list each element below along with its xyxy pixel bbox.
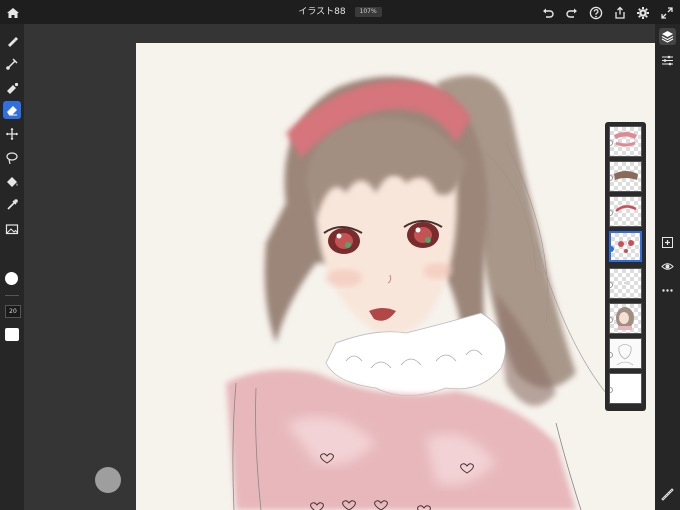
live-brush-tool[interactable] xyxy=(3,55,21,73)
add-layer-icon xyxy=(662,237,673,248)
drawing-canvas[interactable] xyxy=(136,43,655,510)
top-bar: イラスト88 107% xyxy=(0,0,680,24)
image-tool[interactable] xyxy=(3,220,21,238)
layer-thumbnail-2[interactable] xyxy=(609,161,642,192)
layer-thumbnail-6[interactable] xyxy=(609,303,642,334)
right-toolbar xyxy=(655,24,680,510)
touch-shortcut-button[interactable] xyxy=(95,467,121,493)
fullscreen-icon[interactable] xyxy=(660,5,674,19)
help-icon[interactable] xyxy=(589,5,603,20)
toolbar-divider xyxy=(5,295,19,296)
vector-brush-icon xyxy=(7,82,19,94)
share-icon[interactable] xyxy=(613,5,627,19)
brush-size-value[interactable]: 20 xyxy=(5,305,21,318)
pixel-brush-icon xyxy=(8,37,18,47)
fill-tool[interactable] xyxy=(3,173,21,191)
settings-icon[interactable] xyxy=(636,5,650,19)
layer-visibility-dot[interactable] xyxy=(610,387,613,393)
zoom-level[interactable]: 107% xyxy=(354,7,382,17)
add-layer-button[interactable] xyxy=(659,234,676,251)
brush-opacity-swatch[interactable] xyxy=(5,328,19,341)
transform-tool[interactable] xyxy=(3,125,21,143)
pixel-brush-tool[interactable] xyxy=(3,32,21,50)
redo-icon[interactable] xyxy=(565,5,579,19)
more-options-button[interactable] xyxy=(659,282,676,299)
illustration-artwork xyxy=(136,43,655,510)
layers-button[interactable] xyxy=(659,28,676,45)
layer-stack xyxy=(605,122,646,411)
undo-icon[interactable] xyxy=(541,5,555,19)
adjust-button[interactable] xyxy=(659,52,676,69)
tool-bar: 20 xyxy=(0,24,24,510)
transform-icon xyxy=(6,128,18,140)
adjust-icon xyxy=(662,55,673,66)
lasso-icon xyxy=(6,152,18,165)
image-icon xyxy=(5,224,19,235)
fill-bucket-icon xyxy=(7,177,18,187)
eraser-icon xyxy=(7,106,17,116)
ruler-icon xyxy=(661,488,674,501)
eraser-tool[interactable] xyxy=(3,101,21,119)
vector-brush-tool[interactable] xyxy=(3,79,21,97)
ruler-button[interactable] xyxy=(659,486,676,503)
visibility-button[interactable] xyxy=(659,258,676,275)
eyedropper-icon xyxy=(7,199,18,210)
document-title[interactable]: イラスト88 xyxy=(298,5,345,19)
eyedropper-tool[interactable] xyxy=(3,196,21,214)
canvas-area[interactable] xyxy=(24,24,655,510)
layer-thumbnail-7[interactable] xyxy=(609,338,642,369)
selection-tool[interactable] xyxy=(3,149,21,167)
layer-thumbnail-3[interactable] xyxy=(609,196,642,227)
layer-thumbnail-4[interactable] xyxy=(609,231,642,262)
visibility-icon xyxy=(661,263,674,270)
more-icon xyxy=(662,289,673,292)
layer-thumbnail-5[interactable] xyxy=(609,268,642,299)
color-swatch[interactable] xyxy=(5,272,18,285)
layer-thumbnail-8[interactable] xyxy=(609,373,642,404)
live-brush-icon xyxy=(6,58,18,70)
layer-thumbnail-1[interactable] xyxy=(609,126,642,157)
layers-icon xyxy=(661,31,674,43)
